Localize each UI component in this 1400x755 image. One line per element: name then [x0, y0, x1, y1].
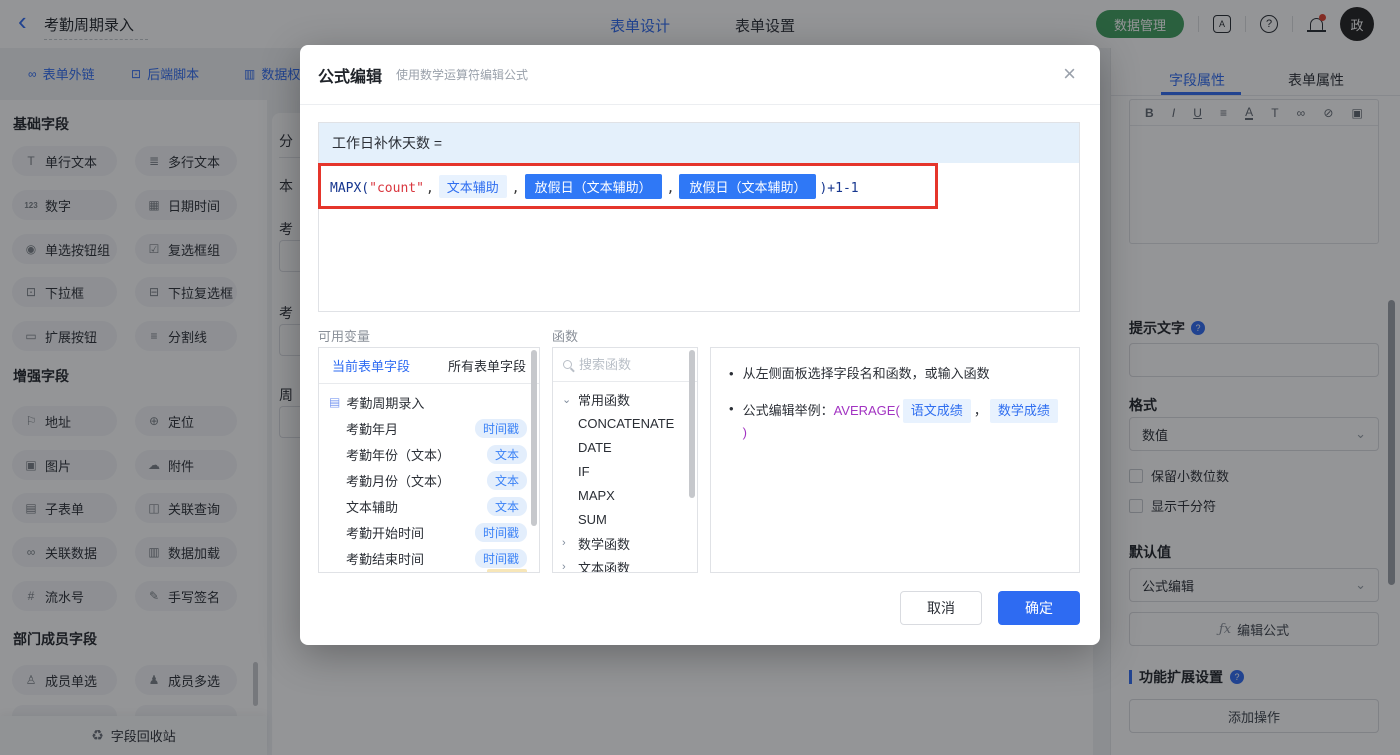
function-item[interactable]: DATE: [553, 435, 697, 459]
function-item[interactable]: CONCATENATE: [553, 411, 697, 435]
formula-editor-modal: 公式编辑 使用数学运算符编辑公式 × 工作日补休天数 = MAPX("count…: [300, 45, 1100, 645]
variables-list: ▤ 考勤周期录入 考勤年月 时间戳 考勤年份（文本） 文本 考勤月份（文本） 文本 文…: [319, 384, 539, 571]
formula-comma: ,: [511, 180, 520, 196]
variables-panel: 当前表单字段 所有表单字段 ▤ 考勤周期录入 考勤年月 时间戳 考勤年份（文本）文…: [318, 347, 540, 573]
variables-root-node[interactable]: ▤ 考勤周期录入: [319, 389, 539, 415]
type-badge: 文本: [486, 496, 527, 516]
variable-row[interactable]: 文本辅助 文本: [319, 493, 539, 519]
formula-box: 工作日补休天数 = MAPX("count", 文本辅助, 放假日（文本辅助）, 放假…: [318, 122, 1080, 312]
function-item[interactable]: IF: [553, 459, 697, 483]
formula-highlight[interactable]: MAPX("count", 文本辅助, 放假日（文本辅助）, 放假日（文本辅助）)+1…: [318, 163, 938, 209]
cancel-button[interactable]: 取消: [900, 591, 982, 625]
type-badge: 时间戳: [474, 548, 527, 568]
variable-name: 文本辅助: [346, 499, 399, 515]
variables-label: 可用变量: [318, 329, 371, 344]
type-badge: 时间戳: [474, 522, 527, 542]
variables-scrollbar[interactable]: [531, 350, 537, 526]
type-badge: 时间戳: [474, 418, 527, 438]
formula-editor-area[interactable]: MAPX("count", 文本辅助, 放假日（文本辅助）, 放假日（文本辅助）)+1…: [318, 163, 1079, 311]
modal-subtitle: 使用数学运算符编辑公式: [396, 68, 529, 82]
variable-name: 考勤年月: [346, 421, 399, 437]
variable-name: 考勤年份（文本）: [346, 447, 451, 463]
function-item[interactable]: MAPX: [553, 483, 697, 507]
chevron-right-icon: ›: [562, 561, 566, 573]
function-tree: ⌄ 常用函数 CONCATENATE DATE IF MAPX SUM › 数学…: [553, 382, 697, 573]
formula-string-arg: "count": [369, 180, 424, 196]
functions-label: 函数: [552, 329, 579, 344]
example-prefix: 公式编辑举例：: [742, 403, 834, 418]
bullet-icon: •: [729, 401, 734, 416]
group-label: 数学函数: [578, 536, 631, 552]
formula-comma: ,: [425, 180, 434, 196]
variable-row[interactable]: 考勤结束时间 时间戳: [319, 545, 539, 571]
variable-name: 考勤结束时间: [346, 551, 425, 567]
tip-text: 公式编辑举例：AVERAGE(语文成绩，数学成绩): [743, 399, 1061, 443]
help-tip-1: • 从左侧面板选择字段名和函数，或输入函数: [729, 364, 1061, 384]
variable-name: 考勤开始时间: [346, 525, 425, 541]
group-math-functions[interactable]: › 数学函数: [553, 531, 697, 555]
formula-tail: )+1-1: [819, 180, 859, 196]
function-item[interactable]: SUM: [553, 507, 697, 531]
functions-panel: ⌄ 常用函数 CONCATENATE DATE IF MAPX SUM › 数学…: [552, 347, 698, 573]
formula-field-chip-selected[interactable]: 放假日（文本辅助）: [679, 173, 817, 199]
close-icon[interactable]: ×: [1063, 63, 1076, 85]
bullet-icon: •: [729, 366, 734, 381]
modal-header: 公式编辑 使用数学运算符编辑公式: [300, 45, 1100, 105]
example-close-paren: ): [742, 425, 747, 440]
tip-text: 从左侧面板选择字段名和函数，或输入函数: [742, 366, 990, 381]
search-icon: [563, 360, 572, 369]
tab-current-form-fields[interactable]: 当前表单字段: [332, 356, 410, 375]
type-badge: 文本: [486, 470, 527, 490]
example-field-chip: 语文成绩: [902, 399, 971, 423]
formula-field-chip[interactable]: 文本辅助: [438, 174, 507, 198]
example-field-chip: 数学成绩: [989, 399, 1058, 423]
example-comma: ，: [973, 403, 987, 418]
tab-all-form-fields[interactable]: 所有表单字段: [448, 356, 526, 375]
formula-field-chip-selected[interactable]: 放假日（文本辅助）: [524, 173, 662, 199]
chevron-down-icon: ⌄: [562, 393, 572, 406]
variable-row[interactable]: 考勤年月 时间戳: [319, 415, 539, 441]
clipped-badge: [487, 569, 527, 572]
help-tip-2: • 公式编辑举例：AVERAGE(语文成绩，数学成绩): [729, 399, 1061, 443]
variable-name: 考勤月份（文本）: [346, 473, 451, 489]
formula-target: 工作日补休天数 =: [319, 123, 1079, 163]
root-label: 考勤周期录入: [346, 395, 425, 411]
function-search: [553, 348, 697, 382]
modal-title: 公式编辑: [318, 68, 383, 86]
help-panel: • 从左侧面板选择字段名和函数，或输入函数 • 公式编辑举例：AVERAGE(语…: [710, 347, 1080, 573]
confirm-button[interactable]: 确定: [998, 591, 1080, 625]
group-text-functions[interactable]: › 文本函数: [553, 555, 697, 573]
formula-function: MAPX(: [330, 180, 370, 196]
app: ‹ 考勤周期录入 表单设计 表单设置 数据管理 A ? 政 ∞ 表单外链 ⊡ 后…: [0, 0, 1400, 755]
functions-scrollbar[interactable]: [689, 350, 695, 498]
variable-row[interactable]: 考勤开始时间 时间戳: [319, 519, 539, 545]
variables-tabs: 当前表单字段 所有表单字段: [319, 348, 539, 384]
type-badge: 文本: [486, 444, 527, 464]
form-doc-icon: ▤: [329, 395, 341, 409]
formula-comma: ,: [666, 180, 675, 196]
function-search-input[interactable]: [579, 357, 674, 372]
variable-row[interactable]: 考勤月份（文本） 文本: [319, 467, 539, 493]
variable-row[interactable]: 考勤年份（文本） 文本: [319, 441, 539, 467]
group-common-functions[interactable]: ⌄ 常用函数: [553, 387, 697, 411]
example-function: AVERAGE(: [833, 403, 900, 418]
group-label: 文本函数: [578, 560, 631, 573]
group-label: 常用函数: [578, 392, 631, 408]
chevron-right-icon: ›: [562, 537, 566, 549]
